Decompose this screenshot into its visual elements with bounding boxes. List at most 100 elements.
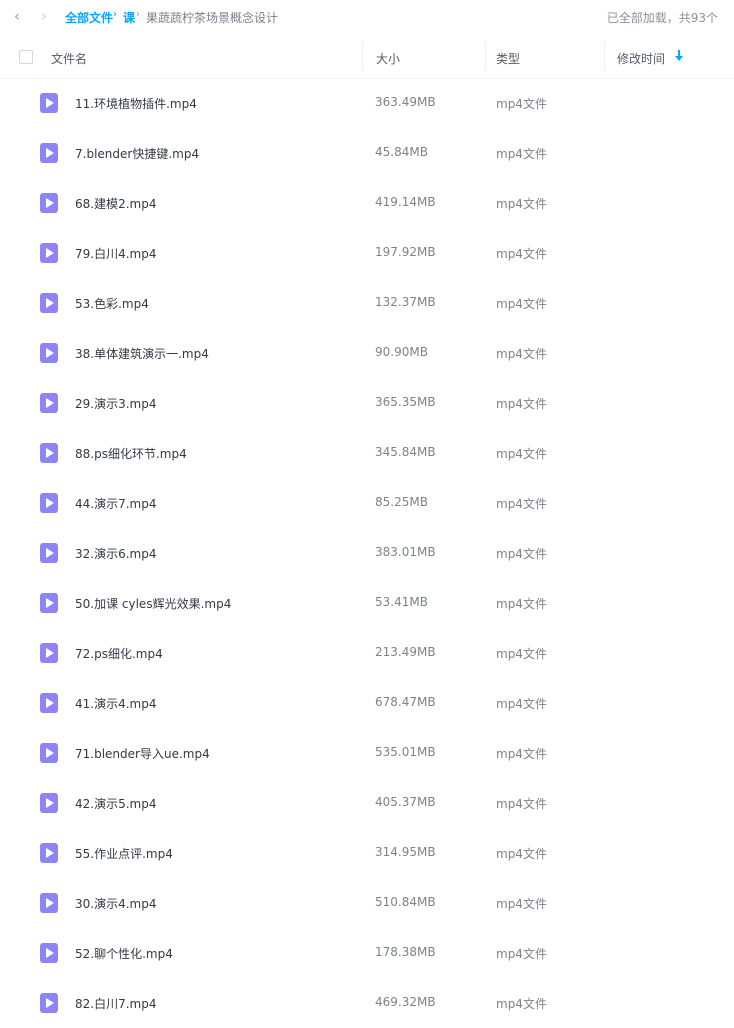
file-type: mp4文件 <box>496 297 547 311</box>
file-size: 383.01MB <box>375 545 436 559</box>
file-row[interactable]: 42.演示5.mp4 405.37MB mp4文件 <box>0 778 734 828</box>
video-file-icon <box>40 293 58 313</box>
file-name[interactable]: 42.演示5.mp4 <box>75 795 156 812</box>
column-divider[interactable] <box>485 42 486 70</box>
file-size: 365.35MB <box>375 395 436 409</box>
file-size: 363.49MB <box>375 95 436 109</box>
file-row[interactable]: 30.演示4.mp4 510.84MB mp4文件 <box>0 878 734 928</box>
file-row[interactable]: 55.作业点评.mp4 314.95MB mp4文件 <box>0 828 734 878</box>
column-header-size[interactable]: 大小 <box>376 50 400 67</box>
video-file-icon <box>40 943 58 963</box>
video-file-icon <box>40 843 58 863</box>
file-size: 419.14MB <box>375 195 436 209</box>
file-row[interactable]: 44.演示7.mp4 85.25MB mp4文件 <box>0 478 734 528</box>
file-type: mp4文件 <box>496 347 547 361</box>
file-size: 510.84MB <box>375 895 436 909</box>
file-type: mp4文件 <box>496 97 547 111</box>
file-name[interactable]: 55.作业点评.mp4 <box>75 845 173 862</box>
column-divider[interactable] <box>362 42 363 70</box>
file-size: 678.47MB <box>375 695 436 709</box>
file-name[interactable]: 38.单体建筑演示一.mp4 <box>75 345 209 362</box>
file-type: mp4文件 <box>496 547 547 561</box>
top-bar: ‹ › 全部文件 › 课 › 果蔬蔬柠茶场景概念设计 已全部加载，共93个 <box>0 0 734 34</box>
file-name[interactable]: 82.白川7.mp4 <box>75 995 156 1012</box>
file-type: mp4文件 <box>496 747 547 761</box>
file-row[interactable]: 7.blender快捷键.mp4 45.84MB mp4文件 <box>0 128 734 178</box>
video-file-icon <box>40 793 58 813</box>
file-type: mp4文件 <box>496 797 547 811</box>
file-list-header: 文件名 大小 类型 修改时间 <box>0 36 734 79</box>
file-name[interactable]: 32.演示6.mp4 <box>75 545 156 562</box>
file-row[interactable]: 41.演示4.mp4 678.47MB mp4文件 <box>0 678 734 728</box>
file-type: mp4文件 <box>496 397 547 411</box>
sort-descending-icon[interactable] <box>675 50 683 62</box>
file-row[interactable]: 38.单体建筑演示一.mp4 90.90MB mp4文件 <box>0 328 734 378</box>
file-row[interactable]: 50.加课 cyles辉光效果.mp4 53.41MB mp4文件 <box>0 578 734 628</box>
file-name[interactable]: 30.演示4.mp4 <box>75 895 156 912</box>
file-type: mp4文件 <box>496 147 547 161</box>
file-size: 345.84MB <box>375 445 436 459</box>
file-size: 197.92MB <box>375 245 436 259</box>
file-row[interactable]: 32.演示6.mp4 383.01MB mp4文件 <box>0 528 734 578</box>
breadcrumb-root[interactable]: 全部文件 <box>65 9 113 26</box>
file-name[interactable]: 50.加课 cyles辉光效果.mp4 <box>75 595 231 612</box>
column-divider[interactable] <box>604 42 605 70</box>
file-size: 53.41MB <box>375 595 428 609</box>
video-file-icon <box>40 593 58 613</box>
file-type: mp4文件 <box>496 497 547 511</box>
file-type: mp4文件 <box>496 247 547 261</box>
file-row[interactable]: 72.ps细化.mp4 213.49MB mp4文件 <box>0 628 734 678</box>
back-arrow-icon[interactable]: ‹ <box>10 7 24 25</box>
file-row[interactable]: 88.ps细化环节.mp4 345.84MB mp4文件 <box>0 428 734 478</box>
file-size: 314.95MB <box>375 845 436 859</box>
column-header-modified[interactable]: 修改时间 <box>617 50 665 67</box>
file-type: mp4文件 <box>496 897 547 911</box>
file-row[interactable]: 29.演示3.mp4 365.35MB mp4文件 <box>0 378 734 428</box>
breadcrumb-current: 果蔬蔬柠茶场景概念设计 <box>146 11 279 25</box>
file-row[interactable]: 79.白川4.mp4 197.92MB mp4文件 <box>0 228 734 278</box>
chevron-right-icon: › <box>136 9 140 20</box>
file-name[interactable]: 71.blender导入ue.mp4 <box>75 745 210 762</box>
file-name[interactable]: 44.演示7.mp4 <box>75 495 156 512</box>
file-name[interactable]: 41.演示4.mp4 <box>75 695 156 712</box>
file-row[interactable]: 82.白川7.mp4 469.32MB mp4文件 <box>0 978 734 1028</box>
file-name[interactable]: 7.blender快捷键.mp4 <box>75 145 199 162</box>
file-row[interactable]: 68.建模2.mp4 419.14MB mp4文件 <box>0 178 734 228</box>
forward-arrow-icon[interactable]: › <box>37 7 51 25</box>
column-header-type[interactable]: 类型 <box>496 50 520 67</box>
file-name[interactable]: 11.环境植物插件.mp4 <box>75 95 197 112</box>
file-row[interactable]: 52.聊个性化.mp4 178.38MB mp4文件 <box>0 928 734 978</box>
file-type: mp4文件 <box>496 847 547 861</box>
file-type: mp4文件 <box>496 197 547 211</box>
file-size: 535.01MB <box>375 745 436 759</box>
file-name[interactable]: 68.建模2.mp4 <box>75 195 156 212</box>
video-file-icon <box>40 243 58 263</box>
chevron-right-icon: › <box>113 9 117 20</box>
file-type: mp4文件 <box>496 997 547 1011</box>
file-name[interactable]: 53.色彩.mp4 <box>75 295 149 312</box>
load-status: 已全部加载，共93个 <box>606 11 718 25</box>
video-file-icon <box>40 143 58 163</box>
file-size: 45.84MB <box>375 145 428 159</box>
file-size: 132.37MB <box>375 295 436 309</box>
file-type: mp4文件 <box>496 597 547 611</box>
file-name[interactable]: 79.白川4.mp4 <box>75 245 156 262</box>
file-row[interactable]: 11.环境植物插件.mp4 363.49MB mp4文件 <box>0 78 734 128</box>
select-all-checkbox[interactable] <box>19 50 33 64</box>
video-file-icon <box>40 343 58 363</box>
breadcrumb-folder[interactable]: 课 <box>123 9 135 26</box>
video-file-icon <box>40 643 58 663</box>
file-row[interactable]: 71.blender导入ue.mp4 535.01MB mp4文件 <box>0 728 734 778</box>
video-file-icon <box>40 993 58 1013</box>
file-size: 213.49MB <box>375 645 436 659</box>
video-file-icon <box>40 543 58 563</box>
file-size: 469.32MB <box>375 995 436 1009</box>
column-header-name[interactable]: 文件名 <box>51 50 87 67</box>
video-file-icon <box>40 93 58 113</box>
file-name[interactable]: 29.演示3.mp4 <box>75 395 156 412</box>
video-file-icon <box>40 443 58 463</box>
file-name[interactable]: 72.ps细化.mp4 <box>75 645 163 662</box>
file-name[interactable]: 88.ps细化环节.mp4 <box>75 445 187 462</box>
file-name[interactable]: 52.聊个性化.mp4 <box>75 945 173 962</box>
file-row[interactable]: 53.色彩.mp4 132.37MB mp4文件 <box>0 278 734 328</box>
